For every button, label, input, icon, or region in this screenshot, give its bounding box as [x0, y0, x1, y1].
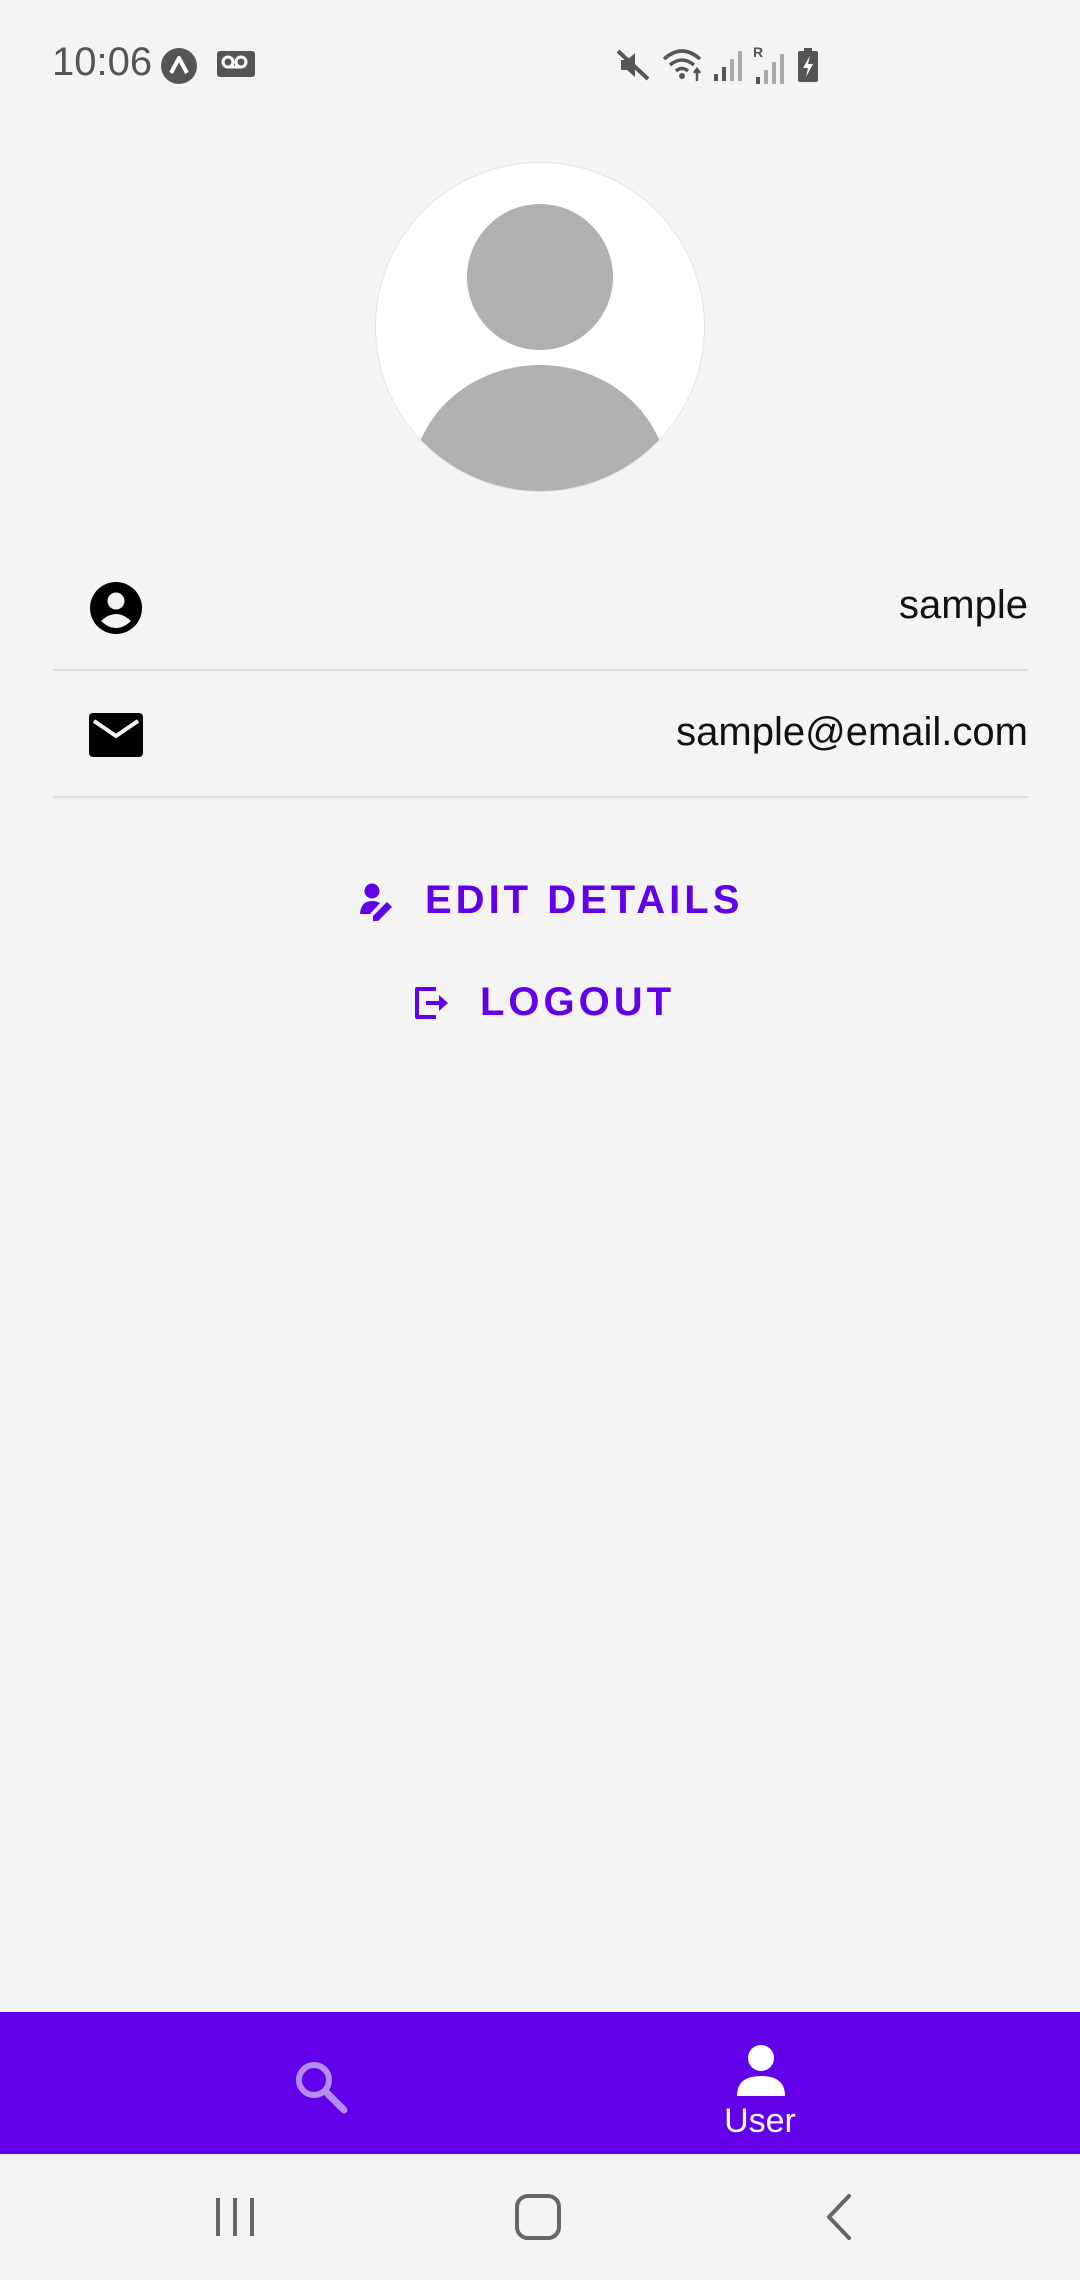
wifi-icon — [662, 49, 702, 81]
edit-details-button[interactable]: EDIT DETAILS — [357, 878, 743, 923]
system-navigation-bar — [0, 2154, 1080, 2280]
avatar — [376, 163, 704, 491]
bottom-navigation: User — [0, 2012, 1080, 2154]
username-value: sample — [899, 583, 1028, 627]
default-avatar-icon — [412, 204, 668, 491]
back-icon[interactable] — [815, 2192, 865, 2242]
signal-icon — [714, 51, 742, 81]
nav-user-label: User — [724, 2102, 796, 2140]
logout-icon — [415, 986, 448, 1019]
voicemail-icon — [217, 51, 255, 77]
username-row: sample — [53, 545, 1028, 671]
expo-icon — [161, 48, 197, 84]
logout-label: LOGOUT — [480, 980, 676, 1024]
email-row: sample@email.com — [53, 672, 1028, 798]
battery-charging-icon — [798, 48, 818, 82]
account-circle-icon — [90, 582, 142, 634]
mute-icon — [616, 49, 650, 81]
email-value: sample@email.com — [676, 710, 1028, 754]
user-edit-icon — [360, 883, 392, 921]
svg-text:R: R — [753, 45, 763, 60]
signal-roaming-icon: R — [753, 45, 784, 84]
status-left-icons — [160, 47, 256, 85]
status-time: 10:06 — [52, 40, 153, 84]
home-icon[interactable] — [513, 2192, 563, 2242]
user-icon — [737, 2045, 785, 2096]
nav-tab-search[interactable] — [0, 2012, 540, 2154]
edit-details-label: EDIT DETAILS — [425, 878, 744, 922]
status-bar: 10:06 R — [0, 0, 1080, 130]
status-right-icons: R — [615, 45, 819, 85]
search-icon — [296, 2062, 348, 2114]
recents-icon[interactable] — [210, 2192, 260, 2242]
logout-button[interactable]: LOGOUT — [412, 980, 675, 1025]
nav-tab-user[interactable]: User — [540, 2012, 1080, 2154]
mail-icon — [89, 713, 143, 757]
